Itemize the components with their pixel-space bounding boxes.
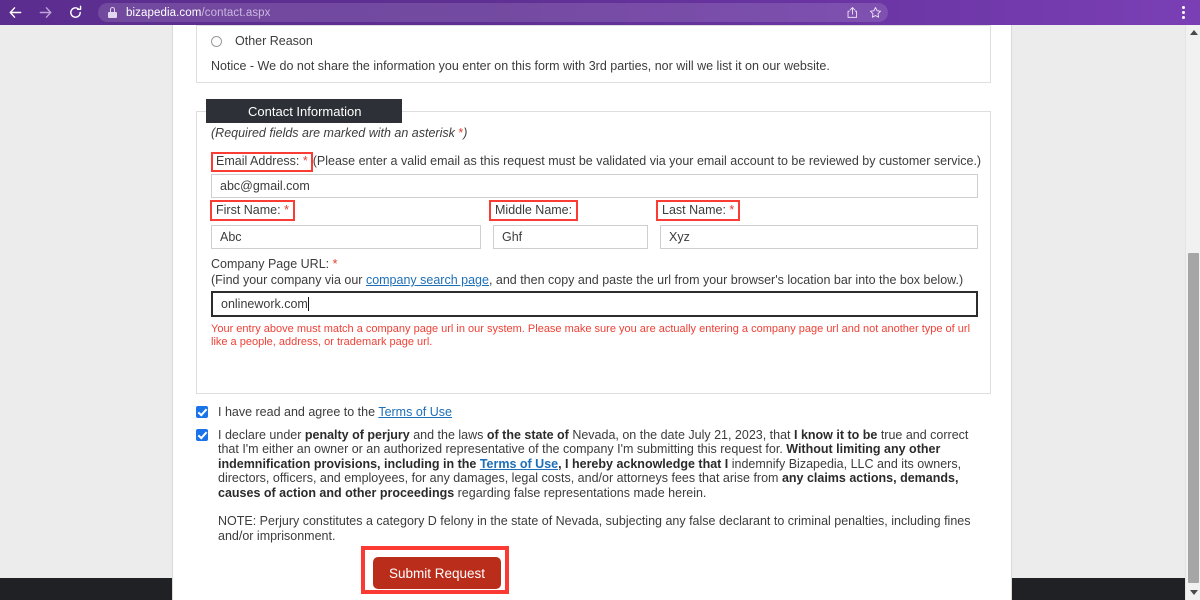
terms-of-use-link[interactable]: Terms of Use (378, 405, 452, 419)
email-required-asterisk: * (302, 154, 308, 168)
first-name-label-annotation: First Name: * (210, 200, 295, 221)
browser-toolbar: bizapedia.com/contact.aspx (0, 0, 1200, 25)
required-note-text: (Required fields are marked with an aste… (211, 126, 459, 140)
perjury-p2: and the laws (409, 427, 487, 442)
company-url-required-asterisk: * (332, 257, 338, 271)
lock-icon (108, 7, 117, 18)
terms-agreement-row[interactable]: I have read and agree to the Terms of Us… (196, 405, 991, 420)
reason-panel: Other Reason Notice - We do not share th… (196, 25, 991, 83)
company-search-page-link[interactable]: company search page (366, 273, 489, 287)
company-url-hint: (Find your company via our company searc… (211, 273, 963, 287)
scroll-up-arrow-icon[interactable] (1186, 25, 1200, 40)
perjury-b1: penalty of perjury (304, 427, 410, 442)
agreements-block: I have read and agree to the Terms of Us… (196, 405, 991, 500)
submit-request-button[interactable]: Submit Request (373, 557, 501, 589)
last-name-input[interactable]: Xyz (660, 225, 978, 249)
last-name-required-asterisk: * (729, 203, 735, 217)
company-url-error-message: Your entry above must match a company pa… (211, 323, 971, 348)
other-reason-label: Other Reason (235, 34, 313, 48)
url-display: bizapedia.com/contact.aspx (126, 7, 271, 19)
company-url-hint-prefix: (Find your company via our (211, 273, 366, 287)
url-path: /contact.aspx (201, 6, 271, 19)
perjury-b2: of the state of (486, 427, 569, 442)
back-arrow-icon[interactable] (0, 0, 30, 25)
other-reason-radio[interactable] (211, 35, 222, 47)
address-bar[interactable]: bizapedia.com/contact.aspx (98, 3, 888, 22)
perjury-b6: any claims (781, 471, 846, 485)
perjury-checkbox[interactable] (196, 428, 208, 441)
forward-arrow-icon[interactable] (30, 0, 60, 25)
contact-information-tab-label: Contact Information (248, 103, 362, 119)
last-name-label-annotation: Last Name: * (656, 200, 741, 221)
email-input[interactable]: abc@gmail.com (211, 174, 978, 198)
perjury-p3: Nevada, on the date July 21, 2023, that (568, 427, 795, 442)
perjury-p7: regarding false representations made her… (454, 485, 707, 500)
text-caret (307, 297, 309, 311)
company-url-input-value: onlinework.com (221, 297, 308, 311)
company-url-label: Company Page URL: * (211, 257, 337, 271)
page-viewport: Other Reason Notice - We do not share th… (0, 25, 1200, 600)
scroll-down-arrow-icon[interactable] (1186, 585, 1200, 600)
share-icon[interactable] (846, 6, 859, 19)
submit-button-annotation: Submit Request (361, 546, 509, 594)
vertical-scrollbar[interactable] (1185, 25, 1200, 600)
middle-name-label: Middle Name: (495, 203, 573, 217)
required-note-close: ) (463, 126, 468, 140)
first-name-required-asterisk: * (284, 203, 289, 217)
email-label: Email Address: (216, 154, 303, 168)
required-fields-note: (Required fields are marked with an aste… (211, 126, 467, 140)
middle-name-input-value: Ghf (502, 230, 523, 244)
last-name-label: Last Name: (662, 203, 730, 217)
scrollbar-thumb[interactable] (1188, 253, 1199, 583)
perjury-p1: I declare under (218, 427, 305, 442)
first-name-input[interactable]: Abc (211, 225, 481, 249)
last-name-input-value: Xyz (669, 230, 690, 244)
perjury-declaration-row[interactable]: I declare under penalty of perjury and t… (196, 428, 991, 501)
middle-name-label-annotation: Middle Name: (489, 200, 579, 221)
terms-agreement-text: I have read and agree to the Terms of Us… (218, 405, 452, 419)
url-host: bizapedia.com (126, 6, 202, 19)
company-url-label-text: Company Page URL: (211, 257, 333, 271)
first-name-label: First Name: (216, 203, 285, 217)
page-content-column: Other Reason Notice - We do not share th… (172, 25, 1012, 600)
perjury-b3: I know it to be (794, 427, 878, 442)
other-reason-option[interactable]: Other Reason (211, 34, 313, 48)
email-input-value: abc@gmail.com (220, 179, 310, 193)
kebab-menu-icon[interactable] (1174, 0, 1192, 25)
star-icon[interactable] (869, 6, 882, 19)
first-name-input-value: Abc (220, 230, 242, 244)
company-url-hint-suffix: , and then copy and paste the url from y… (488, 273, 964, 287)
terms-of-use-link-2[interactable]: Terms of Use (480, 457, 558, 471)
reload-icon[interactable] (60, 0, 90, 25)
perjury-note: NOTE: Perjury constitutes a category D f… (218, 514, 971, 543)
middle-name-input[interactable]: Ghf (493, 225, 648, 249)
email-label-annotation: Email Address: * (211, 152, 313, 172)
privacy-notice-text: Notice - We do not share the information… (211, 59, 830, 73)
terms-checkbox[interactable] (196, 406, 208, 418)
company-url-input[interactable]: onlinework.com (211, 291, 978, 317)
contact-information-panel: (Required fields are marked with an aste… (196, 111, 991, 394)
contact-information-tab: Contact Information (206, 99, 402, 123)
email-label-row: Email Address: * (Please enter a valid e… (211, 152, 981, 172)
perjury-declaration-text: I declare under penalty of perjury and t… (218, 428, 968, 500)
email-hint: (Please enter a valid email as this requ… (312, 154, 982, 168)
terms-agreement-prefix: I have read and agree to the (218, 405, 379, 419)
perjury-b5: , I hereby acknowledge that I (558, 456, 729, 471)
